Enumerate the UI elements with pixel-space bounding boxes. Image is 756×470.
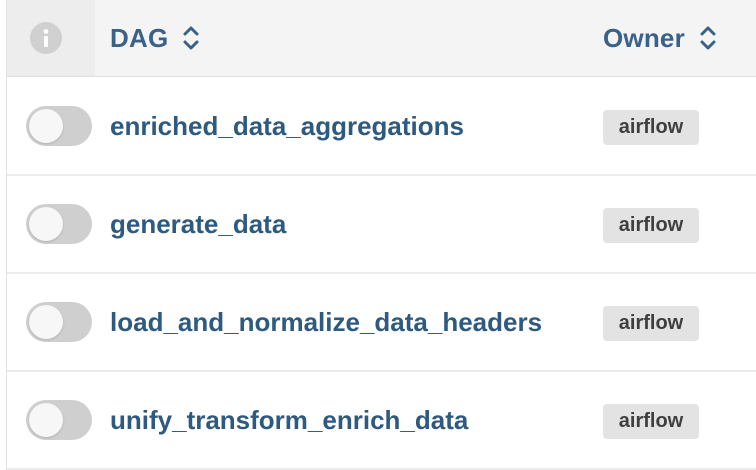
sort-updown-icon[interactable] (182, 22, 200, 54)
table-row: unify_transform_enrich_data airflow (7, 372, 756, 470)
column-header-dag-label: DAG (110, 22, 169, 53)
toggle-knob (29, 207, 63, 241)
toggle-knob (29, 109, 63, 143)
owner-badge: airflow (603, 208, 699, 243)
dag-link[interactable]: generate_data (110, 176, 286, 272)
table-header: DAG Owner (7, 0, 756, 77)
dag-link[interactable]: enriched_data_aggregations (110, 78, 464, 174)
owner-badge: airflow (603, 404, 699, 439)
header-info-cell (7, 0, 95, 76)
table-row: load_and_normalize_data_headers airflow (7, 274, 756, 372)
column-header-owner-label: Owner (603, 22, 685, 53)
column-header-owner[interactable]: Owner (603, 0, 717, 76)
table-row: enriched_data_aggregations airflow (7, 78, 756, 176)
pause-toggle[interactable] (26, 400, 92, 440)
dag-link[interactable]: unify_transform_enrich_data (110, 372, 468, 468)
toggle-knob (29, 403, 63, 437)
column-header-dag[interactable]: DAG (110, 0, 200, 76)
dag-link[interactable]: load_and_normalize_data_headers (110, 274, 542, 370)
pause-toggle[interactable] (26, 302, 92, 342)
owner-badge: airflow (603, 306, 699, 341)
info-icon[interactable] (30, 22, 62, 54)
table-row: generate_data airflow (7, 176, 756, 274)
dag-table: DAG Owner enriched_data_aggregations air… (6, 0, 756, 470)
toggle-knob (29, 305, 63, 339)
pause-toggle[interactable] (26, 204, 92, 244)
pause-toggle[interactable] (26, 106, 92, 146)
sort-updown-icon[interactable] (699, 22, 717, 54)
owner-badge: airflow (603, 110, 699, 145)
